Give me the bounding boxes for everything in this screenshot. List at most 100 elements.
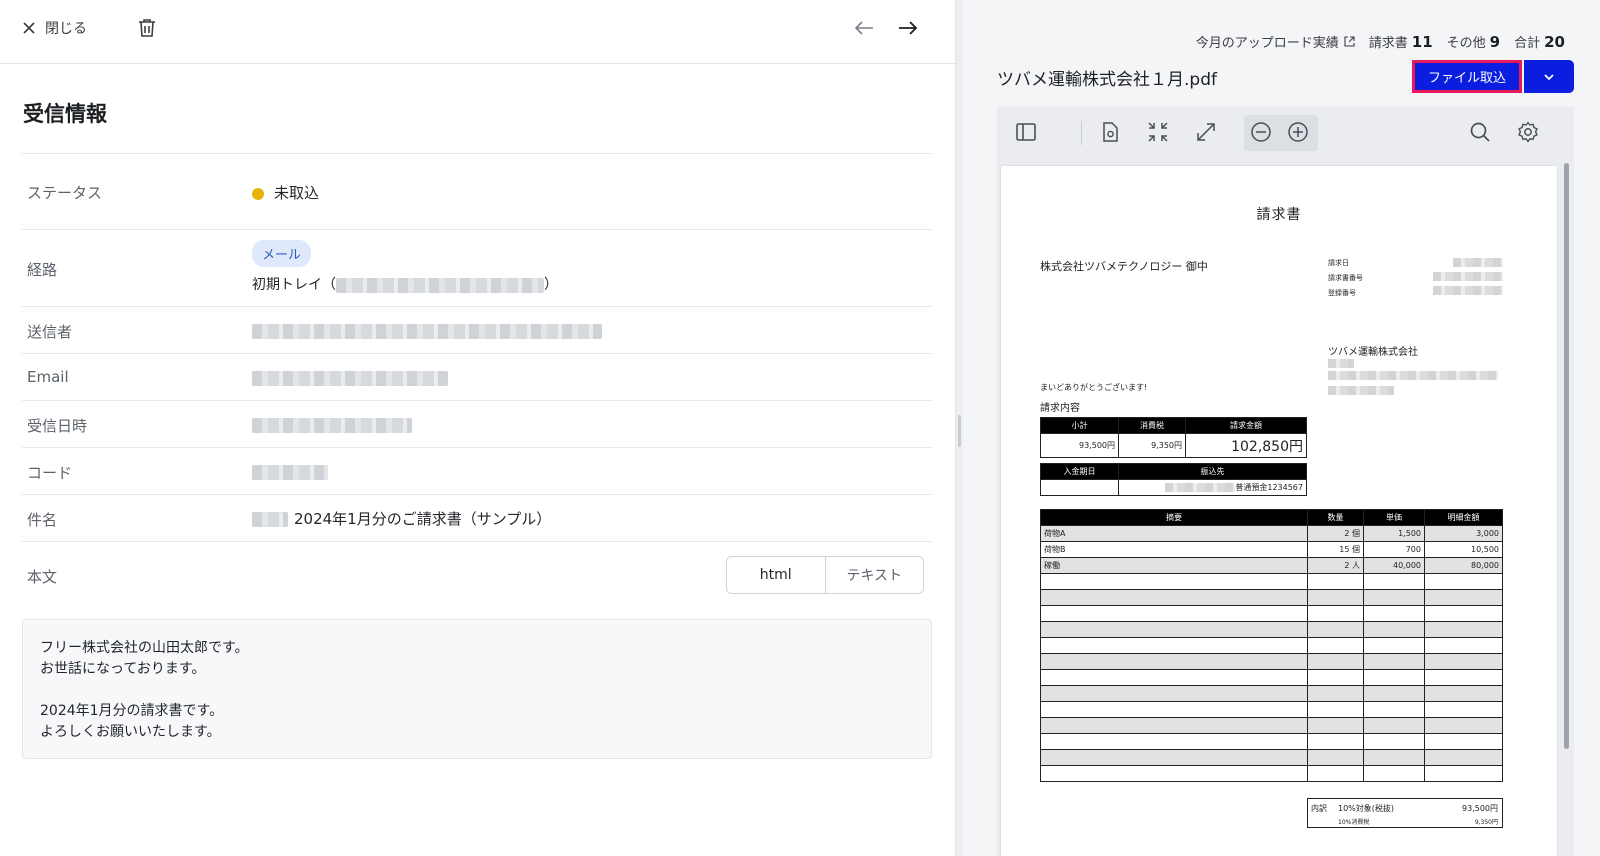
item-qty: 2 個 — [1307, 525, 1364, 542]
expand-icon — [1194, 120, 1218, 144]
email-body: フリー株式会社の山田太郎です。 お世話になっております。 2024年1月分の請求… — [22, 619, 932, 759]
meta-label: 請求書番号 — [1328, 274, 1363, 282]
search-icon — [1468, 120, 1492, 144]
sidebar-icon — [1014, 120, 1038, 144]
redacted-text — [336, 277, 544, 293]
empty-row — [1040, 701, 1503, 718]
payment-header: 入金期日 — [1040, 463, 1119, 480]
zoom-in-icon — [1286, 120, 1310, 144]
tab-html[interactable]: html — [727, 557, 826, 593]
route-chip: メール — [252, 240, 312, 267]
import-file-button[interactable]: ファイル取込 — [1412, 60, 1522, 93]
invoice-count-value: 11 — [1411, 33, 1433, 51]
meta-label: 登録番号 — [1328, 289, 1356, 297]
fit-page-button[interactable] — [1098, 120, 1122, 144]
settings-button[interactable] — [1516, 120, 1540, 144]
sender-row: 送信者 — [22, 307, 932, 354]
fullscreen-button[interactable] — [1194, 120, 1218, 144]
empty-row — [1040, 669, 1503, 686]
arrow-left-icon — [854, 20, 874, 36]
received-label: 受信日時 — [27, 417, 88, 435]
empty-row — [1040, 589, 1503, 606]
empty-row — [1040, 717, 1503, 734]
sidebar-toggle-button[interactable] — [1014, 120, 1038, 144]
gear-icon — [1516, 120, 1540, 144]
total-count-label: 合計 — [1514, 36, 1541, 51]
payment-header: 振込先 — [1118, 463, 1307, 480]
collapse-arrows-icon — [1146, 120, 1170, 144]
empty-row — [1040, 605, 1503, 622]
arrow-right-icon — [898, 20, 918, 36]
redacted-text — [252, 465, 328, 480]
empty-row — [1040, 749, 1503, 766]
items-header: 数量 — [1307, 509, 1364, 526]
pdf-scrollbar[interactable] — [1564, 163, 1569, 749]
page-settings-icon — [1098, 120, 1122, 144]
subject-row: 件名 2024年1月分のご請求書（サンプル） — [22, 495, 932, 542]
redacted-text — [1433, 286, 1503, 296]
toolbar-divider — [1081, 121, 1082, 145]
redacted-text — [1328, 386, 1394, 396]
import-options-button[interactable] — [1524, 60, 1574, 93]
route-value-suffix: ） — [544, 277, 558, 293]
body-line: お世話になっております。 — [40, 661, 206, 677]
item-row: 稼働 2 人 40,000 80,000 — [1040, 557, 1503, 574]
payment-account-text: 普通預金1234567 — [1235, 483, 1303, 492]
item-amount: 3,000 — [1424, 525, 1503, 542]
delete-button[interactable] — [138, 18, 156, 38]
received-row: 受信日時 — [22, 401, 932, 448]
payment-account: 普通預金1234567 — [1118, 479, 1307, 496]
items-header: 明細金額 — [1424, 509, 1503, 526]
item-amount: 10,500 — [1424, 541, 1503, 558]
pane-resizer[interactable] — [955, 0, 963, 856]
other-count-label: その他 — [1446, 36, 1486, 51]
body-line: 2024年1月分の請求書です。 — [40, 703, 224, 719]
fit-screen-button[interactable] — [1146, 120, 1170, 144]
pdf-toolbar — [997, 107, 1574, 159]
section-title: 受信情報 — [23, 102, 107, 126]
pdf-viewer[interactable]: 請求書 株式会社ツバメテクノロジー 御中 請求日 請求書番号 登録番号 ツバメ運… — [997, 159, 1574, 856]
received-value — [252, 416, 412, 434]
route-value-prefix: 初期トレイ（ — [252, 277, 336, 293]
info-table: ステータス 未取込 経路 メール 初期トレイ（） 送信者 Email 受信日時 … — [22, 153, 932, 608]
body-format-toggle: html テキスト — [726, 556, 924, 594]
invoice-meta: 請求日 請求書番号 登録番号 — [1328, 256, 1363, 301]
previous-button[interactable] — [854, 20, 874, 36]
status-row: ステータス 未取込 — [22, 154, 932, 230]
file-name: ツバメ運輸株式会社１月.pdf — [997, 70, 1217, 90]
summary-header: 消費税 — [1118, 417, 1186, 434]
empty-row — [1040, 685, 1503, 702]
code-label: コード — [27, 464, 73, 482]
next-button[interactable] — [898, 20, 918, 36]
item-qty: 15 個 — [1307, 541, 1364, 558]
invoice-recipient: 株式会社ツバメテクノロジー 御中 — [1040, 260, 1208, 273]
upload-history-link[interactable]: 今月のアップロード実績 — [1196, 32, 1355, 51]
status-dot — [252, 187, 264, 200]
code-value — [252, 463, 328, 481]
zoom-out-button[interactable] — [1249, 120, 1273, 144]
close-button[interactable]: 閉じる — [22, 18, 87, 38]
chevron-down-icon — [1543, 73, 1555, 81]
meta-label: 請求日 — [1328, 259, 1349, 267]
items-header: 単価 — [1363, 509, 1425, 526]
email-label: Email — [27, 368, 69, 386]
breakdown-tax: 10%消費税 — [1338, 819, 1370, 826]
redacted-text — [1453, 258, 1503, 268]
body-line: よろしくお願いいたします。 — [40, 724, 221, 740]
tab-text[interactable]: テキスト — [825, 557, 923, 593]
payment-due — [1040, 479, 1119, 496]
search-button[interactable] — [1468, 120, 1492, 144]
detail-toolbar: 閉じる — [0, 0, 955, 64]
zoom-in-button[interactable] — [1286, 120, 1310, 144]
empty-row — [1040, 653, 1503, 670]
summary-header: 小計 — [1040, 417, 1119, 434]
close-icon — [22, 21, 36, 35]
item-desc: 荷物A — [1040, 525, 1308, 542]
subject-label: 件名 — [27, 511, 58, 529]
breakdown-target-amount: 93,500円 — [1462, 804, 1498, 813]
breakdown-target: 10%対象(税抜) — [1338, 804, 1395, 813]
resize-grip[interactable] — [958, 415, 961, 447]
summary-table: 小計 消費税 請求金額 93,500円 9,350円 102,850円 — [1040, 417, 1307, 458]
sender-value — [252, 322, 602, 340]
item-price: 40,000 — [1363, 557, 1425, 574]
